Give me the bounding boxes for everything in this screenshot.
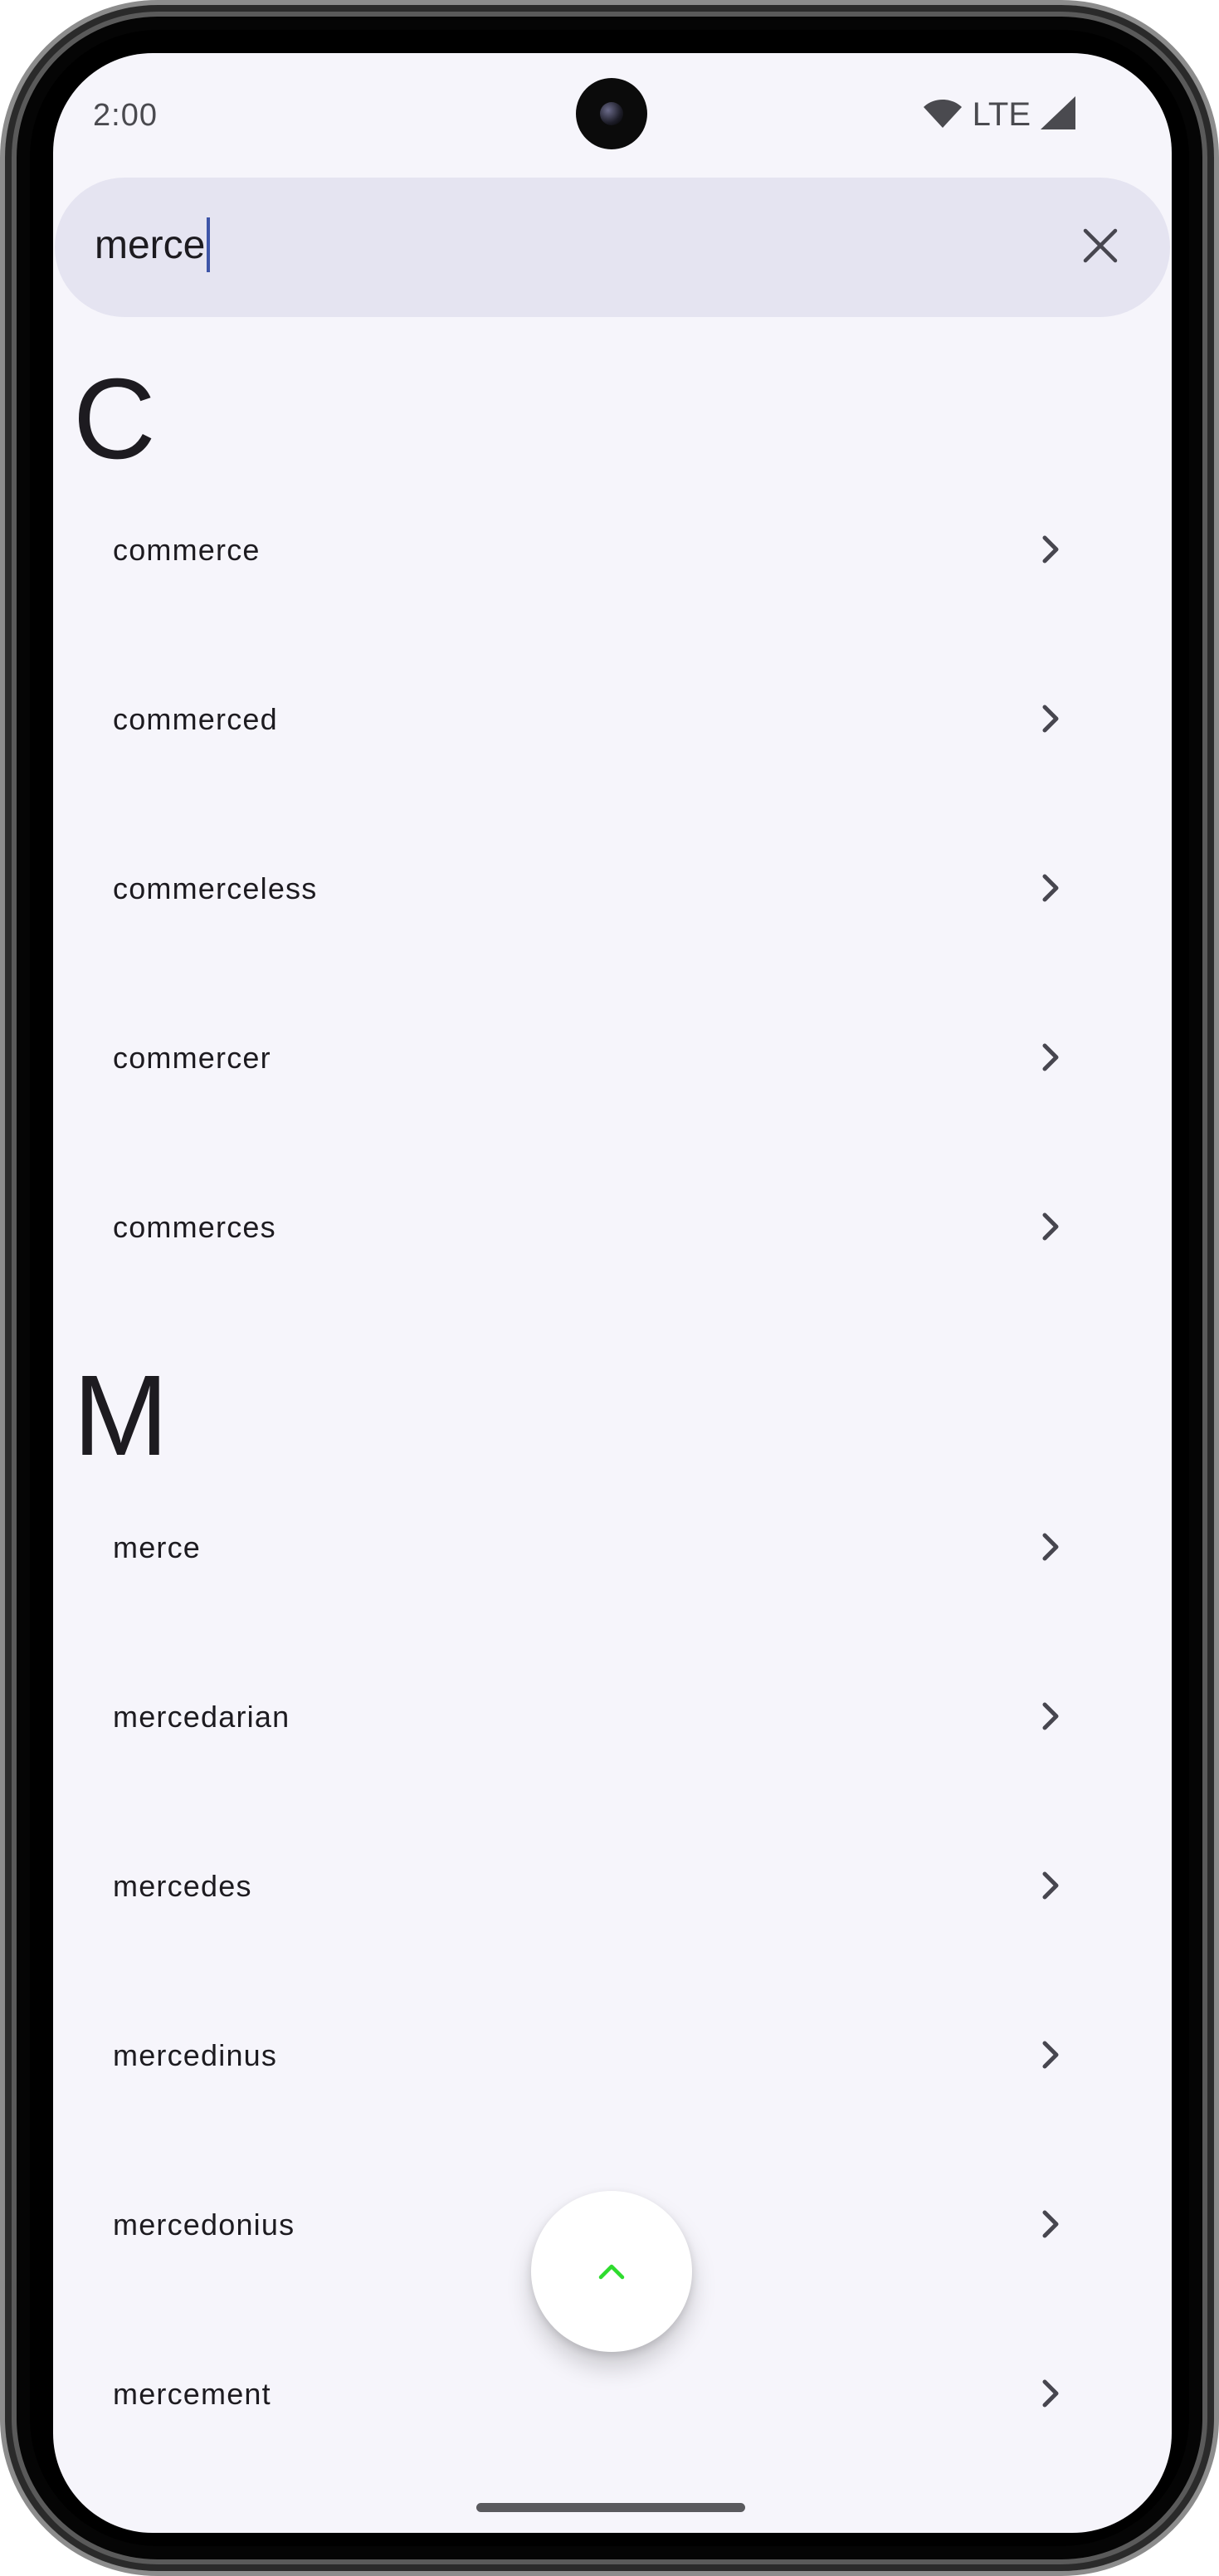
list-item-label: commerceless (113, 871, 318, 905)
home-indicator[interactable] (476, 2503, 745, 2512)
search-query: merce (95, 222, 206, 267)
list-item[interactable]: commercer (53, 974, 1172, 1144)
wifi-icon (923, 96, 963, 134)
list-item[interactable]: commerced (53, 636, 1172, 805)
list-item-label: mercement (113, 2377, 271, 2411)
list-item[interactable]: commerceless (53, 805, 1172, 974)
status-icons: LTE (923, 96, 1075, 134)
list-item[interactable]: mercedarian (53, 1633, 1172, 1803)
list-item-label: commerced (113, 702, 278, 736)
status-bar: 2:00 LTE (53, 53, 1172, 178)
list-item-label: mercedes (113, 1869, 252, 1903)
search-bar[interactable]: merce (55, 178, 1170, 317)
front-camera (576, 78, 647, 149)
list-item[interactable]: mercedes (53, 1803, 1172, 1972)
chevron-right-icon (1042, 2041, 1059, 2069)
chevron-right-icon (1042, 874, 1059, 902)
list-item-label: commerce (113, 533, 261, 567)
list-item[interactable]: merce (53, 1464, 1172, 1633)
section-header-c: C (73, 355, 156, 483)
network-type: LTE (972, 96, 1031, 133)
chevron-right-icon (1042, 1702, 1059, 1730)
chevron-right-icon (1042, 1533, 1059, 1561)
search-input[interactable]: merce (95, 217, 211, 272)
text-cursor (207, 217, 211, 272)
clear-search-button[interactable] (1075, 222, 1125, 272)
list-item-label: commercer (113, 1041, 271, 1075)
chevron-right-icon (1042, 705, 1059, 733)
list-item[interactable]: mercedinus (53, 1972, 1172, 2141)
list-item-label: commerces (113, 1210, 276, 1244)
chevron-right-icon (1042, 1043, 1059, 1071)
section-header-m: M (73, 1352, 168, 1480)
chevron-up-icon (598, 2264, 625, 2280)
scroll-to-top-button[interactable] (531, 2191, 692, 2352)
chevron-right-icon (1042, 535, 1059, 564)
list-item-label: mercedinus (113, 2038, 278, 2072)
phone-frame: 2:00 LTE merce C commerce commerced comm… (0, 0, 1219, 2576)
status-time: 2:00 (93, 98, 158, 133)
close-icon (1082, 227, 1119, 268)
list-item[interactable]: commerce (53, 466, 1172, 636)
chevron-right-icon (1042, 2379, 1059, 2408)
list-item-label: merce (113, 1530, 202, 1564)
chevron-right-icon (1042, 2210, 1059, 2238)
list-item-label: mercedonius (113, 2208, 295, 2242)
app-screen: 2:00 LTE merce C commerce commerced comm… (53, 53, 1172, 2533)
chevron-right-icon (1042, 1871, 1059, 1900)
list-item[interactable]: commerces (53, 1144, 1172, 1313)
signal-icon (1041, 96, 1075, 134)
list-item-label: mercedarian (113, 1700, 290, 1734)
chevron-right-icon (1042, 1212, 1059, 1241)
